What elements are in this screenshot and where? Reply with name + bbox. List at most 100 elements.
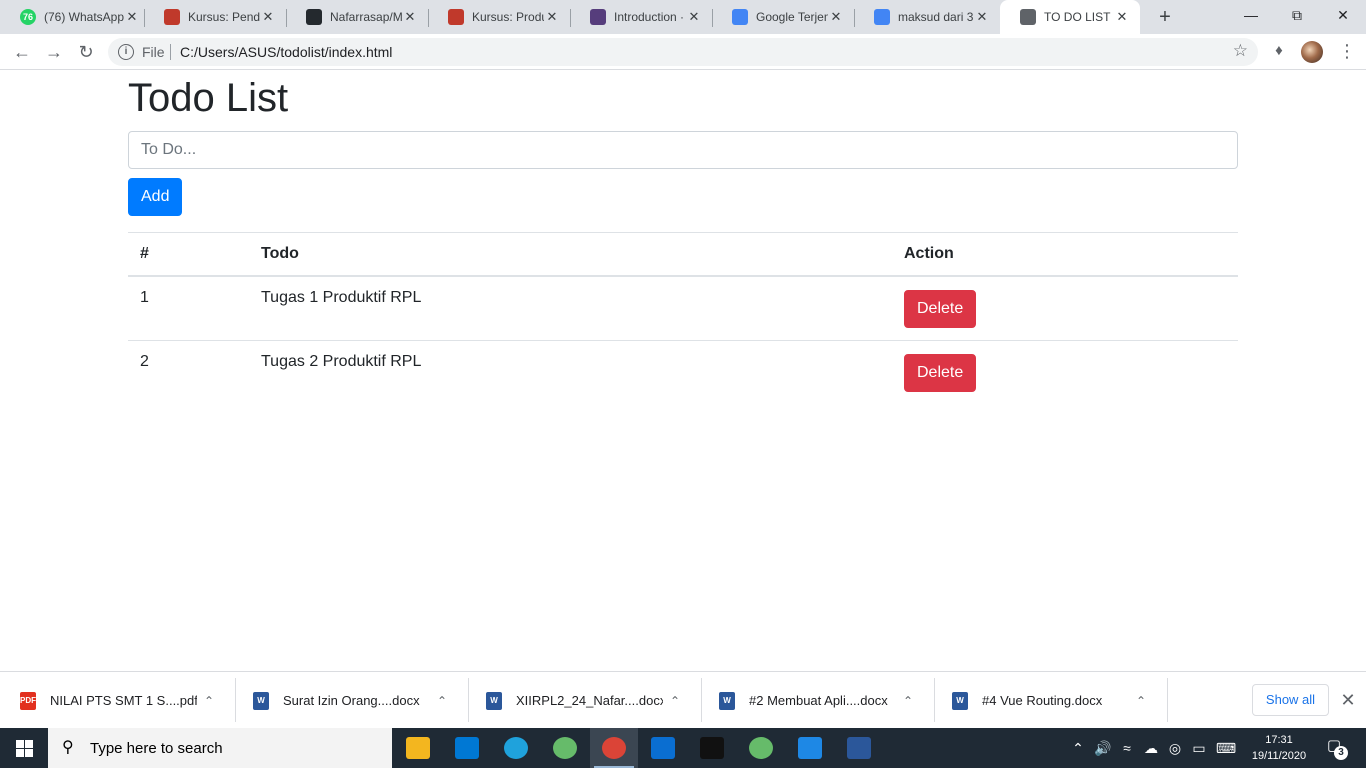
header-num: # [128, 232, 249, 277]
browser-menu-icon[interactable]: ⋮ [1338, 40, 1356, 64]
close-icon[interactable]: ✕ [1338, 688, 1358, 712]
atom-icon [553, 737, 577, 759]
taskbar-app[interactable] [688, 728, 736, 768]
taskbar-clock[interactable]: 17:31 19/11/2020 [1246, 730, 1312, 766]
tray-chevron-icon[interactable]: ⌃ [1068, 728, 1088, 768]
tab-close-icon[interactable]: ✕ [686, 9, 702, 25]
tab-title: (76) WhatsApp [44, 10, 124, 24]
notification-badge: 3 [1334, 746, 1348, 760]
download-item[interactable]: W XIIRPL2_24_Nafar....docx ⌃ [466, 672, 699, 729]
browser-tab[interactable]: Kursus: Pendidi✕ [144, 0, 286, 34]
edge-icon [504, 737, 528, 759]
page-title: Todo List [128, 76, 289, 120]
forward-icon[interactable]: → [42, 40, 66, 64]
tab-separator [286, 9, 287, 27]
battery-icon[interactable]: ▭ [1188, 728, 1210, 768]
download-item[interactable]: W Surat Izin Orang....docx ⌃ [233, 672, 466, 729]
taskbar-app[interactable] [590, 728, 638, 768]
atom-icon [749, 737, 773, 759]
close-window-button[interactable]: ✕ [1320, 0, 1366, 32]
pdf-file-icon: PDF [20, 691, 36, 710]
keyboard-icon[interactable]: ⌨ [1212, 728, 1240, 768]
site-info-icon[interactable]: i [118, 44, 134, 60]
tab-title: Google Terjem [756, 10, 828, 24]
taskbar-app[interactable] [443, 728, 491, 768]
row-number: 2 [128, 340, 249, 404]
tab-title: Kursus: Produk [472, 10, 544, 24]
chevron-up-icon[interactable]: ⌃ [430, 694, 454, 708]
file-explorer-icon [406, 737, 430, 759]
address-url[interactable]: C:/Users/ASUS/todolist/index.html [180, 44, 392, 60]
chevron-up-icon[interactable]: ⌃ [663, 694, 687, 708]
microphone-icon[interactable]: ◎ [1164, 728, 1186, 768]
tab-close-icon[interactable]: ✕ [1114, 9, 1130, 25]
extensions-puzzle-icon[interactable]: ♦ [1270, 42, 1288, 60]
github-icon [306, 9, 322, 25]
minimize-button[interactable]: — [1228, 0, 1274, 32]
download-item[interactable]: W #2 Membuat Apli....docx ⌃ [699, 672, 932, 729]
browser-tab[interactable]: TO DO LIST ✕ [1000, 0, 1140, 34]
download-item[interactable]: PDF NILAI PTS SMT 1 S....pdf ⌃ [0, 672, 233, 729]
windows-logo-icon [15, 739, 33, 757]
taskbar-app[interactable] [835, 728, 883, 768]
taskbar-app[interactable] [737, 728, 785, 768]
new-tab-button[interactable]: + [1154, 6, 1176, 28]
taskbar-app[interactable] [541, 728, 589, 768]
delete-button[interactable]: Delete [904, 290, 977, 328]
browser-tab[interactable]: Google Terjem ✕ [712, 0, 854, 34]
add-button[interactable]: Add [128, 178, 183, 216]
browser-tab[interactable]: Kursus: Produk✕ [428, 0, 570, 34]
whatsapp-icon: 76 [20, 9, 36, 25]
onedrive-icon[interactable]: ☁ [1140, 728, 1162, 768]
chevron-up-icon[interactable]: ⌃ [197, 694, 221, 708]
address-scheme: File [142, 44, 165, 60]
delete-button[interactable]: Delete [904, 354, 977, 392]
tab-close-icon[interactable]: ✕ [828, 9, 844, 25]
browser-toolbar: ← → ↻ i File C:/Users/ASUS/todolist/inde… [0, 34, 1366, 70]
tab-close-icon[interactable]: ✕ [974, 9, 990, 25]
notification-center-icon[interactable]: ▢ 3 [1320, 736, 1348, 760]
browser-tab[interactable]: Nafarrasap/Mo ✕ [286, 0, 428, 34]
tab-title: Introduction · B [614, 10, 686, 24]
tab-close-icon[interactable]: ✕ [402, 9, 418, 25]
download-filename: #4 Vue Routing.docx [982, 693, 1103, 708]
bookmark-star-icon[interactable]: ☆ [1233, 41, 1248, 61]
todo-input[interactable] [128, 131, 1238, 169]
restore-button[interactable]: ⧉ [1274, 0, 1320, 32]
start-button[interactable] [0, 728, 48, 768]
browser-tab[interactable]: maksud dari 3 ✕ [854, 0, 1000, 34]
browser-tab[interactable]: 76 (76) WhatsApp ✕ [0, 0, 150, 34]
moodle-icon [164, 9, 180, 25]
back-icon[interactable]: ← [10, 40, 34, 64]
browser-tab[interactable]: Introduction · B✕ [570, 0, 712, 34]
download-separator [1167, 678, 1168, 722]
tab-title: TO DO LIST [1044, 10, 1111, 24]
address-bar[interactable]: i File C:/Users/ASUS/todolist/index.html… [108, 38, 1258, 66]
tab-close-icon[interactable]: ✕ [260, 9, 276, 25]
taskbar-app[interactable] [786, 728, 834, 768]
network-icon[interactable]: ≈ [1116, 728, 1138, 768]
reload-icon[interactable]: ↻ [74, 40, 98, 64]
word-file-icon: W [253, 691, 269, 710]
download-filename: #2 Membuat Apli....docx [749, 693, 888, 708]
download-filename: XIIRPL2_24_Nafar....docx [516, 693, 663, 708]
taskbar-app[interactable] [492, 728, 540, 768]
tab-close-icon[interactable]: ✕ [544, 9, 560, 25]
chrome-icon [602, 737, 626, 759]
tab-close-icon[interactable]: ✕ [124, 9, 140, 25]
vscode-icon [798, 737, 822, 759]
row-action-cell: Delete [892, 275, 1238, 341]
chevron-up-icon[interactable]: ⌃ [896, 694, 920, 708]
profile-avatar[interactable] [1301, 41, 1323, 63]
volume-icon[interactable]: 🔊 [1092, 728, 1114, 768]
taskbar-search[interactable]: ⚲ Type here to search [48, 728, 392, 768]
taskbar-search-placeholder: Type here to search [90, 739, 223, 757]
download-item[interactable]: W #4 Vue Routing.docx ⌃ [932, 672, 1165, 729]
downloads-shelf: PDF NILAI PTS SMT 1 S....pdf ⌃ W Surat Izin … [0, 671, 1366, 728]
row-action-cell: Delete [892, 340, 1238, 404]
show-all-button[interactable]: Show all [1252, 684, 1329, 716]
taskbar-app[interactable] [394, 728, 442, 768]
chevron-up-icon[interactable]: ⌃ [1129, 694, 1153, 708]
word-file-icon: W [719, 691, 735, 710]
taskbar-app[interactable] [639, 728, 687, 768]
